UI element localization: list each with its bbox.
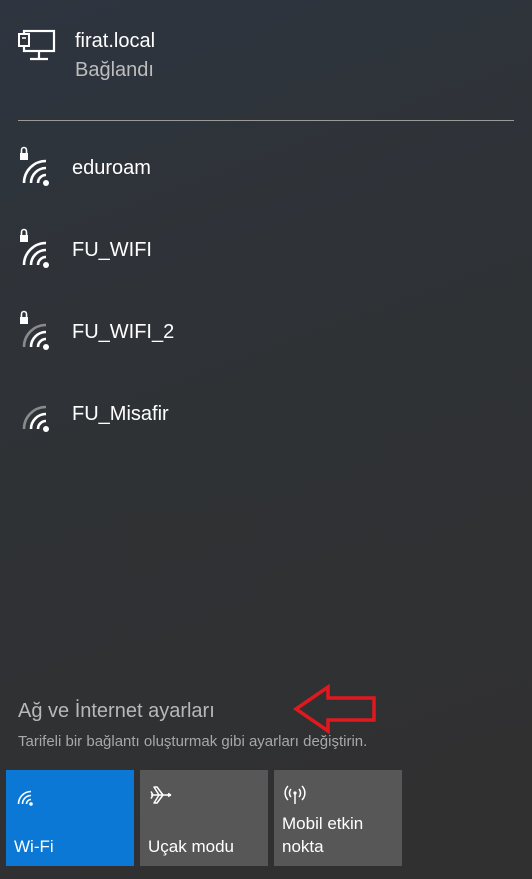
- wifi-network-item[interactable]: FU_WIFI_2: [0, 309, 532, 389]
- network-name: FU_WIFI: [72, 239, 152, 261]
- airplane-mode-tile[interactable]: Uçak modu: [140, 770, 268, 866]
- tile-label: Mobil etkin nokta: [282, 814, 364, 856]
- divider: [18, 120, 514, 121]
- wifi-network-item[interactable]: eduroam: [0, 145, 532, 225]
- network-name: FU_WIFI_2: [72, 321, 175, 343]
- wifi-secured-icon: [20, 146, 49, 186]
- ethernet-connection[interactable]: firat.local Bağlandı: [0, 0, 532, 110]
- network-settings-description: Tarifeli bir bağlantı oluşturmak gibi ay…: [18, 733, 368, 750]
- tile-label: Wi-Fi: [14, 837, 54, 856]
- tile-label: Uçak modu: [148, 837, 234, 856]
- annotation-arrow-icon: [292, 684, 376, 734]
- wifi-toggle-tile[interactable]: Wi-Fi: [6, 770, 134, 866]
- ethernet-status: Bağlandı: [75, 59, 154, 81]
- hotspot-icon: [284, 785, 306, 804]
- wifi-open-medium-icon: [22, 405, 49, 432]
- wifi-icon: [17, 790, 33, 806]
- network-name: FU_Misafir: [72, 403, 169, 425]
- wifi-secured-medium-icon: [20, 310, 49, 350]
- mobile-hotspot-tile[interactable]: Mobil etkin nokta: [274, 770, 402, 866]
- wifi-secured-icon: [20, 228, 49, 268]
- airplane-icon: [150, 786, 172, 804]
- wifi-network-item[interactable]: FU_WIFI: [0, 227, 532, 307]
- wifi-network-item[interactable]: FU_Misafir: [0, 391, 532, 471]
- network-settings-link[interactable]: Ağ ve İnternet ayarları: [18, 700, 215, 723]
- network-name: eduroam: [72, 157, 151, 179]
- ethernet-name: firat.local: [75, 30, 156, 52]
- monitor-network-icon: [18, 29, 56, 61]
